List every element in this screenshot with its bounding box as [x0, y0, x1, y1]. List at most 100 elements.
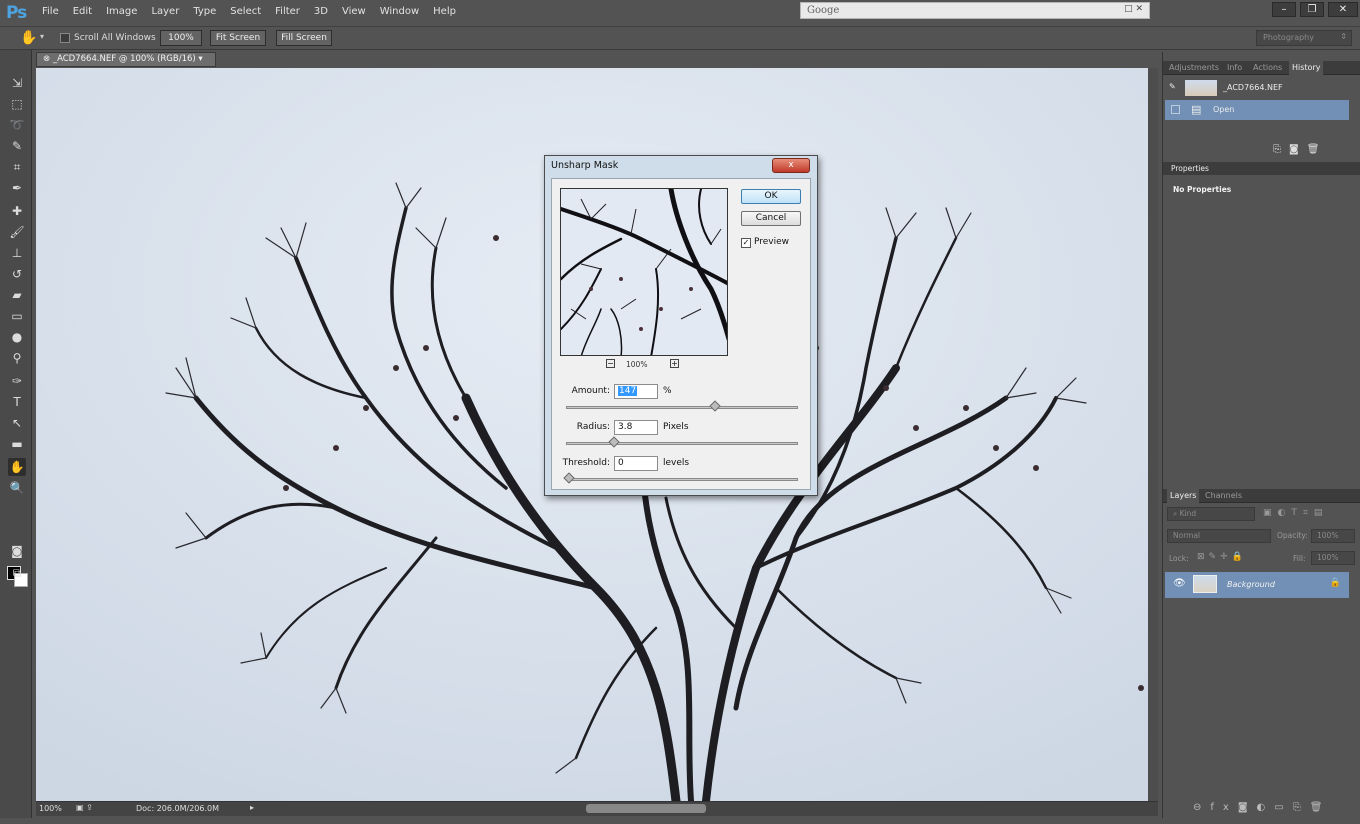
zoom-out-button[interactable]: − [606, 359, 615, 368]
threshold-input[interactable]: 0 [614, 456, 658, 471]
layer-filter-icons[interactable]: ▣◐T⌗▤ [1263, 508, 1328, 518]
threshold-slider-knob[interactable] [563, 472, 575, 484]
gradient-tool-icon[interactable]: ▭ [8, 307, 26, 325]
menu-3d[interactable]: 3D [314, 6, 328, 17]
dodge-tool-icon[interactable]: ⚲ [8, 349, 26, 367]
lock-label: Lock: [1169, 554, 1189, 563]
path-select-tool-icon[interactable]: ↖ [8, 414, 26, 432]
layer-filter-kind[interactable]: ⌕ Kind [1167, 507, 1255, 521]
preview-checkbox[interactable]: ✓ [741, 238, 751, 248]
preview-image [561, 189, 727, 355]
zoom-tool-icon[interactable]: 🔍 [8, 479, 26, 497]
radius-input[interactable]: 3.8 [614, 420, 658, 435]
browser-search-box[interactable]: Googe □ ✕ [800, 2, 1150, 19]
menu-view[interactable]: View [342, 6, 366, 17]
brush-tool-icon[interactable]: 🖌 [8, 223, 26, 241]
status-zoom[interactable]: 100% [39, 804, 62, 813]
lasso-tool-icon[interactable]: ➰ [8, 116, 26, 134]
move-tool-icon[interactable]: ⇲ [8, 74, 26, 92]
dialog-close-button[interactable]: x [772, 158, 810, 173]
quick-mask-icon[interactable]: ◙ [8, 542, 26, 560]
fit-screen-button[interactable]: Fit Screen [210, 30, 266, 46]
tab-actions[interactable]: Actions [1253, 63, 1282, 72]
close-tab-icon[interactable]: ⊗ [43, 54, 53, 64]
ok-button[interactable]: OK [741, 189, 801, 204]
opacity-input[interactable]: 100% [1311, 529, 1355, 543]
layer-background[interactable]: 👁 Background 🔒 [1165, 572, 1349, 598]
properties-tab[interactable]: Properties [1163, 162, 1360, 175]
tab-adjustments[interactable]: Adjustments [1169, 63, 1219, 72]
tool-preset-caret-icon[interactable]: ▾ [40, 32, 44, 41]
menu-select[interactable]: Select [230, 6, 261, 17]
pen-tool-icon[interactable]: ✑ [8, 372, 26, 390]
hand-tool-icon[interactable]: ✋ [20, 30, 37, 46]
radius-slider-knob[interactable] [608, 436, 620, 448]
close-icon[interactable]: ✕ [1328, 2, 1358, 17]
amount-slider[interactable] [566, 400, 798, 412]
tab-channels[interactable]: Channels [1205, 491, 1242, 500]
tab-info[interactable]: Info [1227, 63, 1242, 72]
main-menu: File Edit Image Layer Type Select Filter… [42, 6, 470, 17]
screen-mode-icon[interactable]: ⧉ [8, 564, 26, 582]
workspace-label: Photography [1263, 33, 1314, 42]
filter-preview[interactable] [560, 188, 728, 356]
no-properties-text: No Properties [1173, 185, 1232, 194]
healing-brush-tool-icon[interactable]: ✚ [8, 202, 26, 220]
history-step-label: Open [1213, 105, 1235, 114]
eyedropper-tool-icon[interactable]: ✒ [8, 179, 26, 197]
workspace-select[interactable]: Photography ⇕ [1256, 30, 1352, 46]
menu-help[interactable]: Help [433, 6, 456, 17]
layers-footer-icons[interactable]: ⊖fx◙◐▭⎘🗑 [1193, 802, 1331, 813]
marquee-tool-icon[interactable]: ⬚ [8, 95, 26, 113]
status-menu-arrow-icon[interactable]: ▸ [250, 803, 254, 812]
menu-edit[interactable]: Edit [73, 6, 92, 17]
amount-value: 147 [618, 386, 638, 396]
cancel-button[interactable]: Cancel [741, 211, 801, 226]
zoom-in-button[interactable]: + [670, 359, 679, 368]
eraser-tool-icon[interactable]: ▰ [8, 286, 26, 304]
fill-input[interactable]: 100% [1311, 551, 1355, 565]
threshold-slider[interactable] [563, 472, 798, 484]
fill-screen-button[interactable]: Fill Screen [276, 30, 332, 46]
type-tool-icon[interactable]: T [8, 393, 26, 411]
shape-tool-icon[interactable]: ▬ [8, 435, 26, 453]
blend-mode-select[interactable]: Normal [1167, 529, 1271, 543]
filter-kind-label: Kind [1179, 509, 1197, 518]
vertical-scrollbar[interactable] [1148, 68, 1158, 801]
restore-icon[interactable]: ❐ [1300, 2, 1324, 17]
history-step-open[interactable]: ▤ Open [1165, 100, 1349, 120]
menu-file[interactable]: File [42, 6, 59, 17]
visibility-eye-icon[interactable]: 👁 [1173, 578, 1186, 589]
document-tab[interactable]: ⊗ _ACD7664.NEF @ 100% (RGB/16) ▾ [36, 52, 216, 67]
fill-label: Fill: [1293, 554, 1306, 563]
amount-slider-knob[interactable] [708, 400, 721, 412]
clone-stamp-tool-icon[interactable]: ⊥ [8, 244, 26, 262]
lock-icons[interactable]: ⊠✎✛🔒 [1197, 552, 1247, 562]
history-checkbox[interactable] [1171, 105, 1180, 114]
crop-tool-icon[interactable]: ⌗ [8, 158, 26, 176]
zoom-100-button[interactable]: 100% [160, 30, 202, 46]
amount-input[interactable]: 147 [614, 384, 658, 399]
history-brush-tool-icon[interactable]: ↺ [8, 265, 26, 283]
quick-select-tool-icon[interactable]: ✎ [8, 137, 26, 155]
horizontal-scrollbar-thumb[interactable] [586, 804, 706, 813]
minimize-icon[interactable]: – [1272, 2, 1296, 17]
menu-type[interactable]: Type [193, 6, 216, 17]
scroll-all-windows-checkbox[interactable] [60, 33, 70, 43]
menu-image[interactable]: Image [106, 6, 137, 17]
hand-tool-icon[interactable]: ✋ [8, 458, 26, 476]
menu-window[interactable]: Window [380, 6, 419, 17]
blur-tool-icon[interactable]: ● [8, 328, 26, 346]
menu-filter[interactable]: Filter [275, 6, 300, 17]
tab-layers[interactable]: Layers [1167, 489, 1200, 503]
menu-layer[interactable]: Layer [151, 6, 179, 17]
chevron-down-icon[interactable]: ▾ [196, 54, 202, 64]
radius-slider[interactable] [566, 436, 798, 448]
history-snapshot[interactable]: ✎ _ACD7664.NEF [1165, 78, 1349, 98]
layer-lock-icon: 🔒 [1329, 578, 1341, 588]
browser-window-controls[interactable]: □ ✕ [1124, 4, 1143, 14]
history-footer-icons[interactable]: ⎘◙🗑 [1273, 144, 1327, 155]
tab-history[interactable]: History [1289, 61, 1324, 75]
toolbox: ⇲ ⬚ ➰ ✎ ⌗ ✒ ✚ 🖌 ⊥ ↺ ▰ ▭ ● ⚲ ✑ T ↖ ▬ ✋ 🔍 … [0, 50, 32, 818]
dialog-title: Unsharp Mask [551, 160, 619, 171]
